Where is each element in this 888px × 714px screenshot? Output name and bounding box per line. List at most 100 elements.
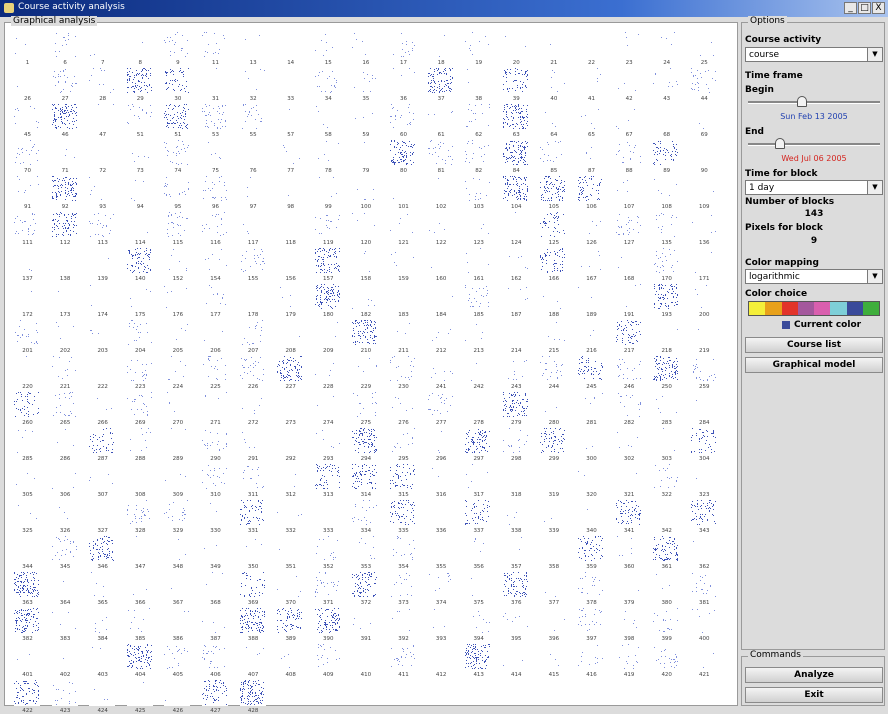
activity-thumbnail[interactable]: 362 [686, 536, 723, 570]
activity-thumbnail[interactable]: 204 [122, 320, 159, 354]
activity-thumbnail[interactable]: 210 [347, 320, 384, 354]
activity-thumbnail[interactable]: 366 [122, 572, 159, 606]
activity-thumbnail[interactable]: 74 [159, 140, 196, 174]
activity-thumbnail[interactable]: 376 [498, 572, 535, 606]
activity-thumbnail[interactable]: 391 [347, 608, 384, 642]
activity-thumbnail[interactable]: 96 [197, 176, 234, 210]
activity-thumbnail[interactable]: 168 [611, 248, 648, 282]
activity-thumbnail[interactable]: 106 [573, 176, 610, 210]
activity-thumbnail[interactable]: 323 [686, 464, 723, 498]
color-swatch[interactable] [814, 302, 831, 315]
color-mapping-select[interactable]: logarithmic ▼ [745, 269, 883, 284]
activity-thumbnail[interactable]: 354 [385, 536, 422, 570]
activity-thumbnail[interactable]: 17 [385, 32, 422, 66]
activity-thumbnail[interactable]: 307 [84, 464, 121, 498]
activity-thumbnail[interactable]: 403 [84, 644, 121, 678]
activity-thumbnail[interactable]: 224 [159, 356, 196, 390]
activity-thumbnail[interactable]: 71 [47, 140, 84, 174]
activity-thumbnail[interactable]: 229 [347, 356, 384, 390]
activity-thumbnail[interactable]: 338 [498, 500, 535, 534]
activity-thumbnail[interactable]: 118 [272, 212, 309, 246]
graphical-model-button[interactable]: Graphical model [745, 357, 883, 373]
color-swatches[interactable] [748, 301, 880, 316]
activity-thumbnail[interactable]: 166 [535, 248, 572, 282]
activity-thumbnail[interactable]: 398 [611, 608, 648, 642]
activity-thumbnail[interactable]: 416 [573, 644, 610, 678]
activity-thumbnail[interactable]: 302 [611, 428, 648, 462]
activity-thumbnail[interactable]: 15 [310, 32, 347, 66]
activity-thumbnail[interactable]: 292 [272, 428, 309, 462]
activity-thumbnail[interactable]: 357 [498, 536, 535, 570]
activity-thumbnail[interactable]: 325 [9, 500, 46, 534]
activity-thumbnail[interactable]: 205 [159, 320, 196, 354]
activity-thumbnail[interactable]: 321 [611, 464, 648, 498]
activity-thumbnail[interactable]: 126 [573, 212, 610, 246]
close-button[interactable]: X [872, 2, 885, 14]
activity-thumbnail[interactable]: 284 [686, 392, 723, 426]
activity-thumbnail[interactable]: 280 [535, 392, 572, 426]
activity-thumbnail[interactable]: 29 [122, 68, 159, 102]
activity-thumbnail[interactable]: 377 [535, 572, 572, 606]
activity-thumbnail[interactable]: 92 [47, 176, 84, 210]
activity-thumbnail[interactable]: 108 [648, 176, 685, 210]
activity-thumbnail[interactable]: 290 [197, 428, 234, 462]
activity-thumbnail[interactable]: 38 [460, 68, 497, 102]
activity-thumbnail[interactable]: 312 [272, 464, 309, 498]
activity-thumbnail[interactable]: 228 [310, 356, 347, 390]
activity-thumbnail[interactable]: 221 [47, 356, 84, 390]
activity-thumbnail[interactable]: 394 [460, 608, 497, 642]
activity-thumbnail[interactable]: 182 [347, 284, 384, 318]
activity-thumbnail[interactable]: 365 [84, 572, 121, 606]
activity-thumbnail[interactable]: 318 [498, 464, 535, 498]
activity-thumbnail[interactable]: 279 [498, 392, 535, 426]
activity-thumbnail[interactable]: 333 [310, 500, 347, 534]
activity-thumbnail[interactable]: 160 [423, 248, 460, 282]
activity-thumbnail[interactable]: 296 [423, 428, 460, 462]
activity-thumbnail[interactable]: 272 [235, 392, 272, 426]
activity-thumbnail[interactable]: 172 [9, 284, 46, 318]
activity-thumbnail[interactable]: 114 [122, 212, 159, 246]
end-slider-knob[interactable] [774, 138, 785, 149]
activity-thumbnail[interactable]: 392 [385, 608, 422, 642]
activity-thumbnail[interactable]: 269 [122, 392, 159, 426]
activity-thumbnail[interactable]: 31 [197, 68, 234, 102]
activity-thumbnail[interactable]: 156 [272, 248, 309, 282]
activity-thumbnail[interactable]: 348 [159, 536, 196, 570]
activity-thumbnail[interactable]: 327 [84, 500, 121, 534]
activity-thumbnail[interactable]: 39 [498, 68, 535, 102]
activity-thumbnail[interactable]: 369 [235, 572, 272, 606]
activity-thumbnail[interactable]: 87 [573, 140, 610, 174]
activity-thumbnail[interactable]: 225 [197, 356, 234, 390]
activity-thumbnail[interactable]: 85 [535, 140, 572, 174]
activity-thumbnail[interactable]: 345 [47, 536, 84, 570]
activity-thumbnail[interactable]: 77 [272, 140, 309, 174]
activity-thumbnail[interactable]: 42 [611, 68, 648, 102]
color-swatch[interactable] [781, 302, 798, 315]
activity-thumbnail[interactable]: 220 [9, 356, 46, 390]
activity-thumbnail[interactable]: 155 [235, 248, 272, 282]
activity-thumbnail[interactable]: 183 [385, 284, 422, 318]
activity-thumbnail[interactable]: 289 [159, 428, 196, 462]
activity-thumbnail[interactable]: 400 [686, 608, 723, 642]
activity-thumbnail[interactable]: 367 [159, 572, 196, 606]
activity-thumbnail[interactable]: 395 [498, 608, 535, 642]
activity-thumbnail[interactable]: 414 [498, 644, 535, 678]
activity-thumbnail[interactable]: 349 [197, 536, 234, 570]
activity-thumbnail[interactable]: 137 [9, 248, 46, 282]
activity-thumbnail[interactable]: 215 [535, 320, 572, 354]
activity-thumbnail[interactable]: 152 [159, 248, 196, 282]
activity-thumbnail[interactable]: 19 [460, 32, 497, 66]
activity-thumbnail[interactable]: 347 [122, 536, 159, 570]
activity-thumbnail[interactable]: 170 [648, 248, 685, 282]
activity-thumbnail[interactable]: 94 [122, 176, 159, 210]
activity-thumbnail[interactable]: 286 [47, 428, 84, 462]
activity-thumbnail[interactable]: 388 [235, 608, 272, 642]
minimize-button[interactable]: _ [844, 2, 857, 14]
activity-thumbnail[interactable]: 7 [84, 32, 121, 66]
activity-thumbnail[interactable]: 33 [272, 68, 309, 102]
activity-thumbnail[interactable]: 40 [535, 68, 572, 102]
activity-thumbnail[interactable]: 61 [423, 104, 460, 138]
activity-thumbnail[interactable]: 328 [122, 500, 159, 534]
activity-thumbnail[interactable]: 311 [235, 464, 272, 498]
activity-thumbnail[interactable]: 361 [648, 536, 685, 570]
